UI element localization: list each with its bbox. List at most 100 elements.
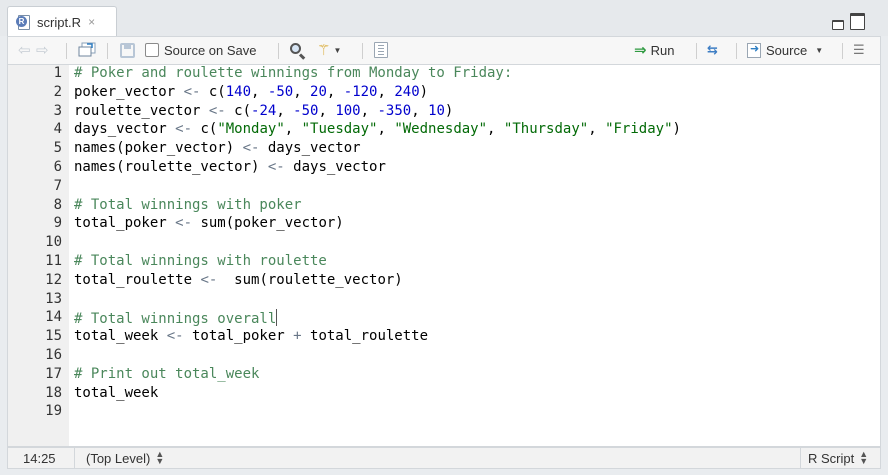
code-token-number: -120 (343, 83, 378, 100)
up-down-icon: ▲ ▼ (155, 449, 165, 466)
code-editor[interactable]: 1 2 3 4 5 6 7 8 9 10 11 12 13 14 15 16 17 18 19 # Poker an… (7, 64, 881, 447)
code-token-plain: c( (200, 83, 226, 100)
search-icon[interactable] (289, 37, 306, 63)
code-token-comment: # Total winnings overall (74, 311, 277, 328)
code-token-number: 10 (428, 102, 445, 119)
code-token-plain: , (284, 121, 302, 138)
code-token-plain: sum(roulette_vector) (217, 271, 403, 288)
source-button[interactable]: Source ▼ (747, 37, 823, 63)
code-token-plain: , (487, 121, 504, 138)
code-token-plain: roulette_vector (74, 102, 209, 119)
code-token-plain: days_vector (259, 140, 361, 157)
code-token-plain: , (326, 83, 344, 100)
source-label: Source (766, 42, 808, 58)
editor-window: R script.R × ⇦ ⇨ Source on Save ⚚ ▼ ⇒ Ru… (0, 0, 888, 475)
show-in-window-icon[interactable] (78, 37, 98, 63)
code-token-plain: , (251, 83, 268, 100)
code-token-plain: total_roulette (74, 271, 201, 288)
run-button[interactable]: ⇒ Run (634, 37, 674, 63)
line-number: 7 (53, 177, 62, 194)
checkbox-icon[interactable] (145, 43, 159, 57)
code-token-comment: # Print out total_week (74, 365, 260, 382)
toolbar-divider (107, 43, 108, 59)
code-token-op: <- (175, 121, 193, 138)
rerun-icon[interactable]: ⇆ (707, 37, 718, 63)
code-token-plain: total_roulette (301, 328, 429, 345)
code-token-plain: , (318, 102, 336, 119)
maximize-pane-icon[interactable] (850, 13, 865, 30)
compile-report-icon[interactable] (374, 37, 388, 63)
code-line[interactable]: total_week (74, 385, 158, 401)
code-token-plain: , (276, 102, 294, 119)
line-number: 19 (45, 403, 62, 420)
code-line[interactable]: # Total winnings with poker (74, 197, 302, 213)
code-token-plain: poker_vector (74, 83, 184, 100)
tab-bar: R script.R × (0, 0, 888, 37)
code-token-number: 140 (225, 83, 252, 100)
code-token-string: "Friday" (605, 121, 673, 138)
code-token-plain: days_vector (284, 159, 386, 175)
text-cursor (276, 309, 278, 327)
save-icon[interactable] (120, 37, 135, 63)
source-on-save-checkbox[interactable]: Source on Save (145, 37, 257, 63)
code-line[interactable]: # Total winnings with roulette (74, 253, 327, 269)
line-number: 15 (45, 328, 62, 345)
code-tools-wand-icon[interactable]: ⚚ ▼ (317, 37, 341, 63)
code-token-plain: names(poker_vector) (74, 140, 243, 157)
code-token-number: -50 (267, 83, 294, 100)
line-number: 17 (45, 365, 62, 382)
line-number: 14 (45, 309, 62, 326)
code-token-string: "Monday" (217, 121, 285, 138)
code-token-number: -50 (293, 102, 319, 119)
tab-script-r[interactable]: R script.R × (7, 6, 117, 37)
line-number-gutter: 1 2 3 4 5 6 7 8 9 10 11 12 13 14 15 16 17 18 19 (8, 65, 69, 446)
code-line[interactable]: names(roulette_vector) <- days_vector (74, 159, 386, 175)
chevron-down-icon: ▼ (815, 45, 824, 55)
code-token-op: <- (183, 83, 201, 100)
close-icon[interactable]: × (88, 15, 95, 29)
outline-icon[interactable]: ☰ (853, 37, 865, 63)
minimize-pane-icon[interactable] (832, 20, 844, 30)
code-line[interactable]: total_week <- total_poker + total_roulet… (74, 328, 428, 344)
source-on-save-label: Source on Save (164, 42, 257, 58)
code-token-plain: ) (672, 121, 681, 138)
code-token-plain: c( (225, 102, 252, 119)
code-token-comment: # Poker and roulette winnings from Monda… (74, 65, 513, 81)
code-line[interactable]: # Total winnings overall (74, 309, 278, 328)
code-token-plain: , (411, 102, 429, 119)
code-line[interactable]: days_vector <- c("Monday", "Tuesday", "W… (74, 121, 681, 137)
forward-arrow-icon[interactable]: ⇨ (36, 37, 49, 63)
code-line[interactable]: # Poker and roulette winnings from Monda… (74, 65, 512, 81)
toolbar-divider (736, 43, 737, 59)
toolbar-divider (362, 43, 363, 59)
cursor-position: 14:25 (23, 450, 56, 466)
code-token-op: <- (166, 328, 184, 345)
line-number: 8 (53, 196, 62, 213)
tab-title: script.R (37, 14, 82, 30)
back-arrow-icon[interactable]: ⇦ (18, 37, 31, 63)
run-icon: ⇒ (634, 42, 647, 59)
code-token-string: "Wednesday" (394, 121, 488, 138)
toolbar-divider (842, 43, 843, 59)
file-type-selector[interactable]: R Script ▲ ▼ (808, 448, 868, 468)
code-line[interactable]: roulette_vector <- c(-24, -50, 100, -350… (74, 103, 453, 119)
toolbar-divider (278, 43, 279, 59)
code-line[interactable]: # Print out total_week (74, 366, 259, 382)
scope-label: (Top Level) (86, 450, 151, 466)
line-number: 2 (53, 83, 62, 100)
code-line[interactable]: total_poker <- sum(poker_vector) (74, 215, 344, 231)
code-line[interactable]: poker_vector <- c(140, -50, 20, -120, 24… (74, 84, 428, 100)
code-token-plain: sum(poker_vector) (192, 215, 344, 232)
code-token-number: 20 (310, 83, 327, 100)
code-line[interactable]: total_roulette <- sum(roulette_vector) (74, 272, 403, 288)
scope-selector[interactable]: (Top Level) ▲ ▼ (86, 448, 164, 468)
code-token-op: <- (175, 215, 193, 232)
code-token-plain: , (377, 83, 395, 100)
editor-toolbar: ⇦ ⇨ Source on Save ⚚▼ ⇒ Run ⇆ Source (7, 36, 881, 64)
line-number: 16 (45, 347, 62, 363)
line-number: 13 (45, 290, 62, 307)
line-number: 3 (53, 102, 62, 119)
code-line[interactable]: names(poker_vector) <- days_vector (74, 140, 361, 156)
r-script-file-icon: R (16, 14, 31, 30)
line-number: 11 (45, 253, 62, 269)
